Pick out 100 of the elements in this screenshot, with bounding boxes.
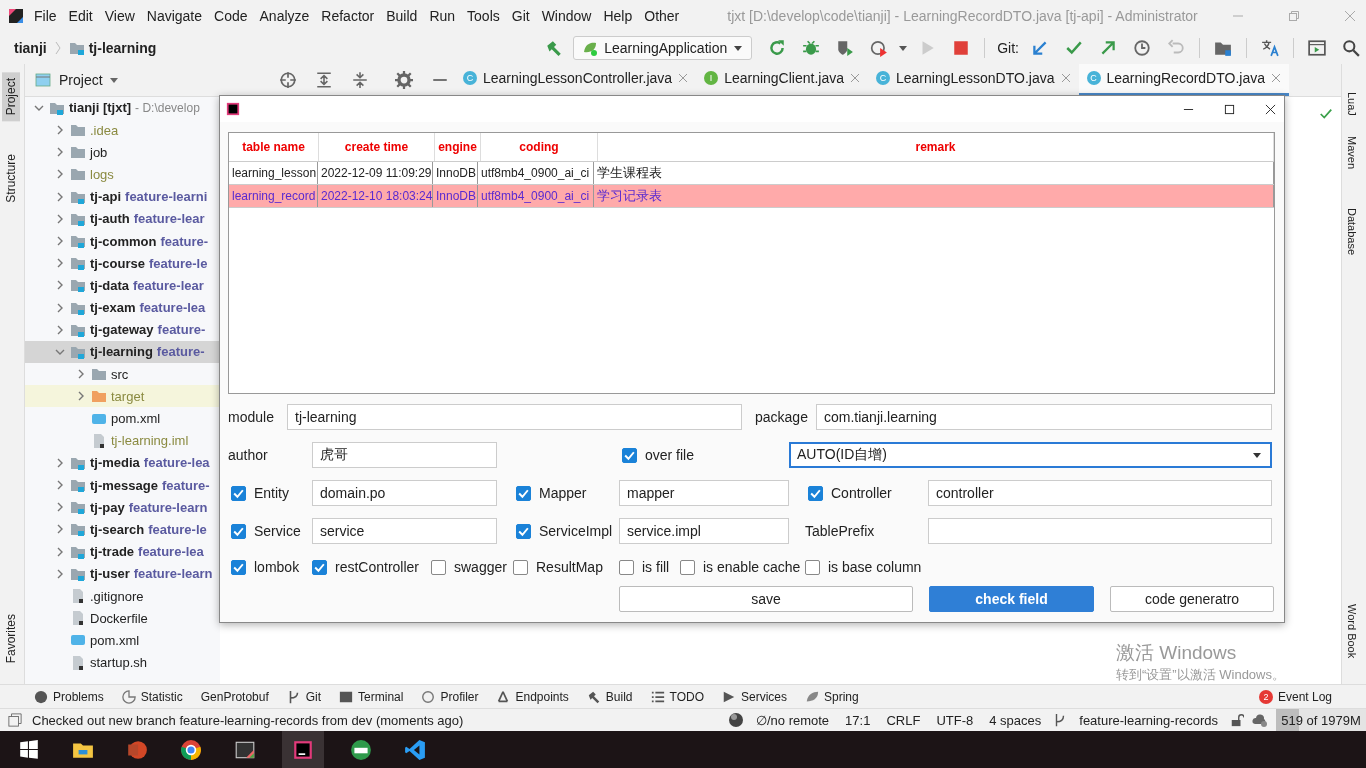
tree-row[interactable]: tj-learning feature-	[25, 340, 220, 364]
tool-window-button[interactable]: Spring	[805, 689, 859, 704]
action-button[interactable]: code generatro	[1110, 586, 1274, 612]
tree-row[interactable]: .gitignore	[25, 584, 220, 608]
checkbox[interactable]	[231, 523, 246, 539]
tree-row[interactable]: src	[25, 363, 220, 386]
tree-row[interactable]: tj-gateway feature-	[25, 318, 220, 341]
tool-window-tab[interactable]: Maven	[1346, 135, 1358, 169]
tree-row[interactable]: tj-pay feature-learn	[25, 496, 220, 519]
menu-item[interactable]: Build	[386, 7, 418, 24]
crosshair-icon[interactable]	[279, 70, 297, 89]
menu-item[interactable]: Analyze	[259, 7, 310, 24]
tree-row[interactable]: tj-common feature-	[25, 229, 220, 253]
browser-icon[interactable]	[180, 738, 202, 761]
event-log-button[interactable]: 2 Event Log	[1258, 689, 1332, 704]
presentation-app-icon[interactable]	[126, 738, 148, 761]
input-field[interactable]	[928, 518, 1272, 544]
input-field[interactable]: com.tianji.learning	[816, 404, 1272, 430]
menu-item[interactable]: Git	[511, 7, 530, 24]
checkbox[interactable]	[516, 485, 531, 501]
rerun-icon[interactable]	[768, 38, 787, 57]
tree-row[interactable]: Dockerfile	[25, 607, 220, 630]
input-field[interactable]: 虎哥	[312, 442, 497, 468]
checkbox[interactable]	[622, 447, 637, 463]
tool-window-tab[interactable]: Database	[1346, 207, 1358, 255]
stop-icon[interactable]	[952, 38, 971, 57]
menu-item[interactable]: File	[34, 7, 57, 24]
profiler-icon[interactable]	[870, 38, 889, 57]
menu-item[interactable]: Navigate	[146, 7, 203, 24]
checkbox[interactable]	[516, 523, 531, 539]
run-configuration-dropdown[interactable]: LearningApplication	[573, 35, 753, 60]
menu-item[interactable]: Run	[429, 7, 456, 24]
menu-item[interactable]: Help	[603, 7, 633, 24]
tool-window-button[interactable]: Build	[586, 689, 633, 704]
circle-app-icon[interactable]	[350, 738, 372, 761]
menu-item[interactable]: Code	[214, 7, 248, 24]
expand-all-icon[interactable]	[315, 70, 333, 89]
select-dropdown[interactable]: AUTO(ID自增)	[789, 442, 1272, 468]
tool-window-button[interactable]: Terminal	[339, 689, 404, 704]
checkbox[interactable]	[619, 559, 634, 575]
tool-window-button[interactable]: TODO	[650, 689, 704, 704]
tree-row[interactable]: tj-learning.iml	[25, 429, 220, 452]
input-field[interactable]: service	[312, 518, 497, 544]
menu-item[interactable]: Other	[644, 7, 680, 24]
tree-row[interactable]: .idea	[25, 119, 220, 142]
code-editor-icon[interactable]	[404, 738, 426, 761]
status-item[interactable]: 4 spaces	[989, 712, 1042, 728]
arrow-up-right-icon[interactable]	[1099, 38, 1117, 57]
input-field[interactable]: domain.po	[312, 480, 497, 506]
status-item[interactable]: 17:1	[845, 712, 871, 728]
tree-row[interactable]: tj-exam feature-lea	[25, 296, 220, 319]
checkbox[interactable]	[431, 559, 446, 575]
menu-item[interactable]: Tools	[467, 7, 500, 24]
tool-window-button[interactable]: Endpoints	[496, 689, 569, 704]
menu-item[interactable]: View	[104, 7, 135, 24]
checkbox[interactable]	[805, 559, 820, 575]
tree-row[interactable]: tj-auth feature-lear	[25, 207, 220, 230]
input-field[interactable]: service.impl	[619, 518, 789, 544]
status-item[interactable]: ∅/no remote	[755, 712, 830, 728]
checkbox[interactable]	[808, 485, 823, 501]
tree-row[interactable]: tj-search feature-le	[25, 518, 220, 541]
tree-row[interactable]: tj-course feature-le	[25, 252, 220, 275]
tree-row[interactable]: tj-media feature-lea	[25, 451, 220, 474]
cloud-gear-icon[interactable]	[1252, 712, 1268, 728]
translate-icon[interactable]	[1261, 38, 1279, 57]
input-field[interactable]: controller	[928, 480, 1272, 506]
menu-item[interactable]: Window	[541, 7, 592, 24]
status-item[interactable]: CRLF	[886, 712, 921, 728]
status-item[interactable]: UTF-8	[936, 712, 974, 728]
bug-icon[interactable]	[802, 38, 821, 57]
close-icon[interactable]	[1265, 103, 1276, 115]
tool-window-tab[interactable]: LuaJ	[1346, 91, 1358, 116]
checkbox[interactable]	[513, 559, 528, 575]
tool-window-tab[interactable]: Favorites	[2, 607, 20, 670]
tree-row[interactable]: tj-user feature-learn	[25, 562, 220, 585]
tool-window-button[interactable]: Git	[286, 689, 322, 704]
git-branch[interactable]: feature-learning-records	[1079, 712, 1218, 728]
tool-window-button[interactable]: Statistic	[121, 689, 183, 704]
tree-row[interactable]: startup.sh	[25, 651, 220, 674]
memory-indicator[interactable]: 519 of 1979M	[1276, 709, 1366, 731]
settings-icon[interactable]	[395, 70, 413, 89]
editor-tab[interactable]: C LearningRecordDTO.java	[1078, 63, 1289, 96]
editor-tab[interactable]: C LearningLessonDTO.java	[868, 63, 1079, 96]
lock-icon[interactable]	[1230, 713, 1244, 727]
menu-item[interactable]: Edit	[68, 7, 93, 24]
tool-window-tab[interactable]: Word Book	[1346, 603, 1358, 659]
search-icon[interactable]	[1342, 38, 1360, 57]
editor-tab[interactable]: C LearningLessonController.java	[455, 63, 697, 96]
shield-play-icon[interactable]	[836, 38, 855, 57]
clock-icon[interactable]	[1133, 38, 1151, 57]
panel-title-dropdown[interactable]: Project	[59, 71, 103, 88]
tool-window-button[interactable]: Services	[722, 689, 787, 704]
table-row[interactable]: learning_record 2022-12-10 18:03:24 InnoDB utf8mb4_0900_ai_ci 学习记录表	[229, 184, 1274, 208]
maximize-icon[interactable]	[1224, 103, 1235, 115]
input-field[interactable]: mapper	[619, 480, 789, 506]
tree-row[interactable]: logs	[25, 163, 220, 186]
tree-row[interactable]: tj-message feature-	[25, 474, 220, 497]
breadcrumb[interactable]: tianji	[14, 39, 47, 56]
tool-window-tab[interactable]: Project	[2, 71, 20, 122]
tree-row[interactable]: tj-trade feature-lea	[25, 540, 220, 563]
